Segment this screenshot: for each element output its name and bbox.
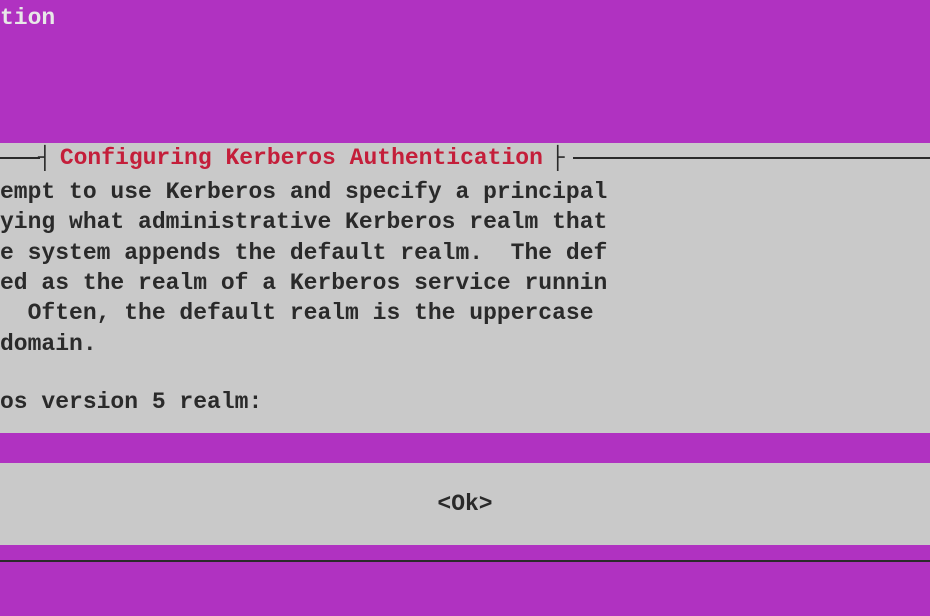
title-border-left xyxy=(0,157,40,159)
title-border-right xyxy=(573,157,930,159)
realm-input[interactable] xyxy=(0,433,930,463)
title-pipe-right: ├ xyxy=(551,145,565,171)
terminal-title-fragment: tion xyxy=(0,5,55,31)
button-row: <Ok> xyxy=(0,463,930,545)
dialog-prompt: os version 5 realm: xyxy=(0,375,930,433)
dialog-bottom-border xyxy=(0,560,930,562)
config-dialog: ┤ Configuring Kerberos Authentication ├ … xyxy=(0,143,930,545)
ok-button[interactable]: <Ok> xyxy=(437,491,492,517)
dialog-title-row: ┤ Configuring Kerberos Authentication ├ xyxy=(0,143,930,173)
dialog-body-text: empt to use Kerberos and specify a princ… xyxy=(0,173,930,375)
title-pipe-left: ┤ xyxy=(38,145,52,171)
dialog-title: Configuring Kerberos Authentication xyxy=(52,145,551,171)
